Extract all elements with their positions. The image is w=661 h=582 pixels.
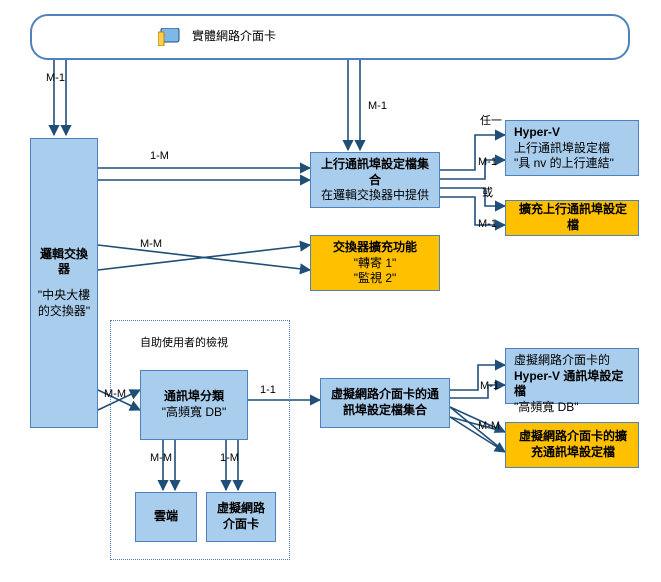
hyperv-line2: 上行通訊埠設定檔 (514, 141, 632, 157)
logical-switch-title: 邏輯交換器 (37, 247, 91, 278)
edge-label: M-1 (478, 218, 497, 230)
physical-nic-label: 實體網路介面卡 (192, 29, 276, 45)
vnic-hyperv-line1: 虛擬網路介面卡的 (514, 353, 632, 369)
edge-label: M-M (150, 452, 172, 464)
edge-label: 或 (482, 184, 493, 200)
port-class-title: 通訊埠分類 (147, 389, 241, 405)
arrows-layer (0, 0, 661, 582)
edge-label: 1-M (150, 150, 169, 162)
node-physical-nic: 實體網路介面卡 (30, 14, 630, 60)
vnic-ext-title: 虛擬網路介面卡的擴充通訊埠設定檔 (514, 429, 632, 460)
node-port-class: 通訊埠分類 "高頻寬 DB" (140, 370, 248, 440)
node-cloud: 雲端 (135, 492, 197, 542)
edge-label: M-M (104, 388, 126, 400)
vnic-pps-title: 虛擬網路介面卡的通訊埠設定檔集合 (327, 387, 443, 418)
edge-label: 任一 (480, 112, 502, 128)
edge-label: M-1 (46, 72, 65, 84)
node-vnic-hyperv: 虛擬網路介面卡的 Hyper-V 通訊埠設定檔 "高頻寬 DB" (505, 348, 639, 404)
hyperv-title: Hyper-V (514, 125, 632, 141)
edge-label: M-1 (368, 100, 387, 112)
port-class-sub: "高頻寬 DB" (147, 405, 241, 421)
uplink-sub: 在邏輯交換器中提供 (317, 188, 433, 204)
edge-label: M-M (140, 238, 162, 250)
cloud-title: 雲端 (154, 509, 178, 525)
edge-label: M-M (478, 420, 500, 432)
nic-card-icon (158, 28, 182, 46)
vnic-title: 虛擬網路介面卡 (213, 501, 269, 532)
vnic-hyperv-line3: "高頻寬 DB" (514, 400, 632, 416)
hyperv-line3: "具 nv 的上行連結" (514, 156, 632, 172)
edge-label: 1-M (220, 452, 239, 464)
node-logical-switch: 邏輯交換器 "中央大樓的交換器" (30, 138, 98, 428)
node-vnic-port-profile-set: 虛擬網路介面卡的通訊埠設定檔集合 (320, 378, 450, 428)
edge-label: 1-1 (260, 384, 276, 396)
uplink-title: 上行通訊埠設定檔集合 (317, 157, 433, 188)
edge-label: M-1 (480, 380, 499, 392)
diagram-canvas: 實體網路介面卡 邏輯交換器 "中央大樓的交換器" 上行通訊埠設定檔集合 在邏輯交… (0, 0, 661, 582)
switchext-line2: "轉寄 1" (317, 256, 433, 272)
node-hyperv-uplink: Hyper-V 上行通訊埠設定檔 "具 nv 的上行連結" (505, 120, 639, 176)
node-vnic: 虛擬網路介面卡 (206, 492, 276, 542)
switchext-line3: "監視 2" (317, 271, 433, 287)
ext-uplink-title: 擴充上行通訊埠設定檔 (514, 202, 632, 233)
group-self-service-title: 自助使用者的檢視 (140, 334, 228, 350)
node-switch-extension: 交換器擴充功能 "轉寄 1" "監視 2" (310, 235, 440, 291)
node-uplink-profile-set: 上行通訊埠設定檔集合 在邏輯交換器中提供 (310, 152, 440, 208)
node-vnic-ext: 虛擬網路介面卡的擴充通訊埠設定檔 (505, 422, 639, 468)
switchext-title: 交換器擴充功能 (317, 240, 433, 256)
logical-switch-sub: "中央大樓的交換器" (37, 288, 91, 319)
vnic-hyperv-line2: Hyper-V 通訊埠設定檔 (514, 369, 623, 399)
edge-label: M-1 (478, 156, 497, 168)
node-ext-uplink: 擴充上行通訊埠設定檔 (505, 200, 639, 236)
